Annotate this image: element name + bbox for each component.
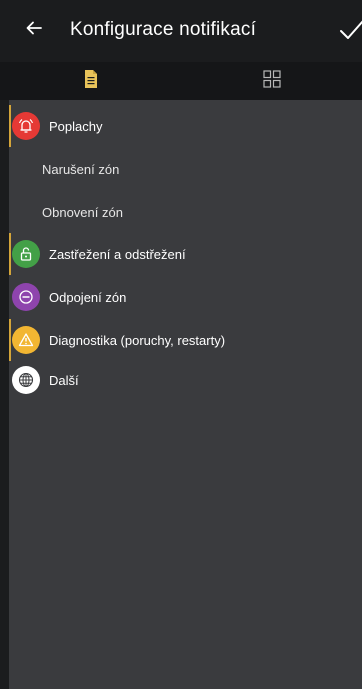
- back-button[interactable]: [22, 18, 46, 42]
- grid-icon: [262, 69, 281, 93]
- alarm-bell-icon: [12, 112, 40, 140]
- list-item-zone-bypass[interactable]: Odpojení zón: [9, 275, 362, 319]
- accent-bar: [9, 319, 11, 361]
- arrow-left-icon: [24, 18, 44, 43]
- app-header: Konfigurace notifikací: [0, 0, 362, 62]
- list-item-alarms[interactable]: Poplachy: [9, 104, 362, 148]
- notification-config-screen: Konfigurace notifikací Poplachy Narušení…: [0, 0, 362, 689]
- page-title: Konfigurace notifikací: [70, 19, 257, 40]
- list-item-diagnostics[interactable]: Diagnostika (poruchy, restarty): [9, 318, 362, 362]
- list-item-label: Odpojení zón: [49, 289, 127, 305]
- checkmark-icon: [338, 20, 362, 48]
- list-item-label: Další: [49, 372, 79, 388]
- notification-list: Poplachy Narušení zón Obnovení zón Zastř…: [9, 100, 362, 689]
- list-item-label: Zastřežení a odstřežení: [49, 246, 186, 262]
- globe-icon: [12, 366, 40, 394]
- warning-icon: [12, 326, 40, 354]
- list-subitem-zone-restore[interactable]: Obnovení zón: [9, 190, 362, 234]
- tab-bar: [0, 62, 362, 100]
- list-subitem-label: Obnovení zón: [42, 204, 123, 220]
- confirm-button[interactable]: [338, 16, 362, 44]
- tab-grid[interactable]: [181, 62, 362, 100]
- list-item-arming[interactable]: Zastřežení a odstřežení: [9, 232, 362, 276]
- list-subitem-zone-breach[interactable]: Narušení zón: [9, 147, 362, 191]
- list-item-other[interactable]: Další: [9, 358, 362, 402]
- accent-bar: [9, 233, 11, 275]
- lock-icon: [12, 240, 40, 268]
- document-icon: [83, 69, 99, 94]
- tab-documents[interactable]: [0, 62, 181, 100]
- list-subitem-label: Narušení zón: [42, 161, 120, 177]
- list-item-label: Diagnostika (poruchy, restarty): [49, 332, 226, 348]
- list-item-label: Poplachy: [49, 118, 103, 134]
- accent-bar: [9, 105, 11, 147]
- minus-circle-icon: [12, 283, 40, 311]
